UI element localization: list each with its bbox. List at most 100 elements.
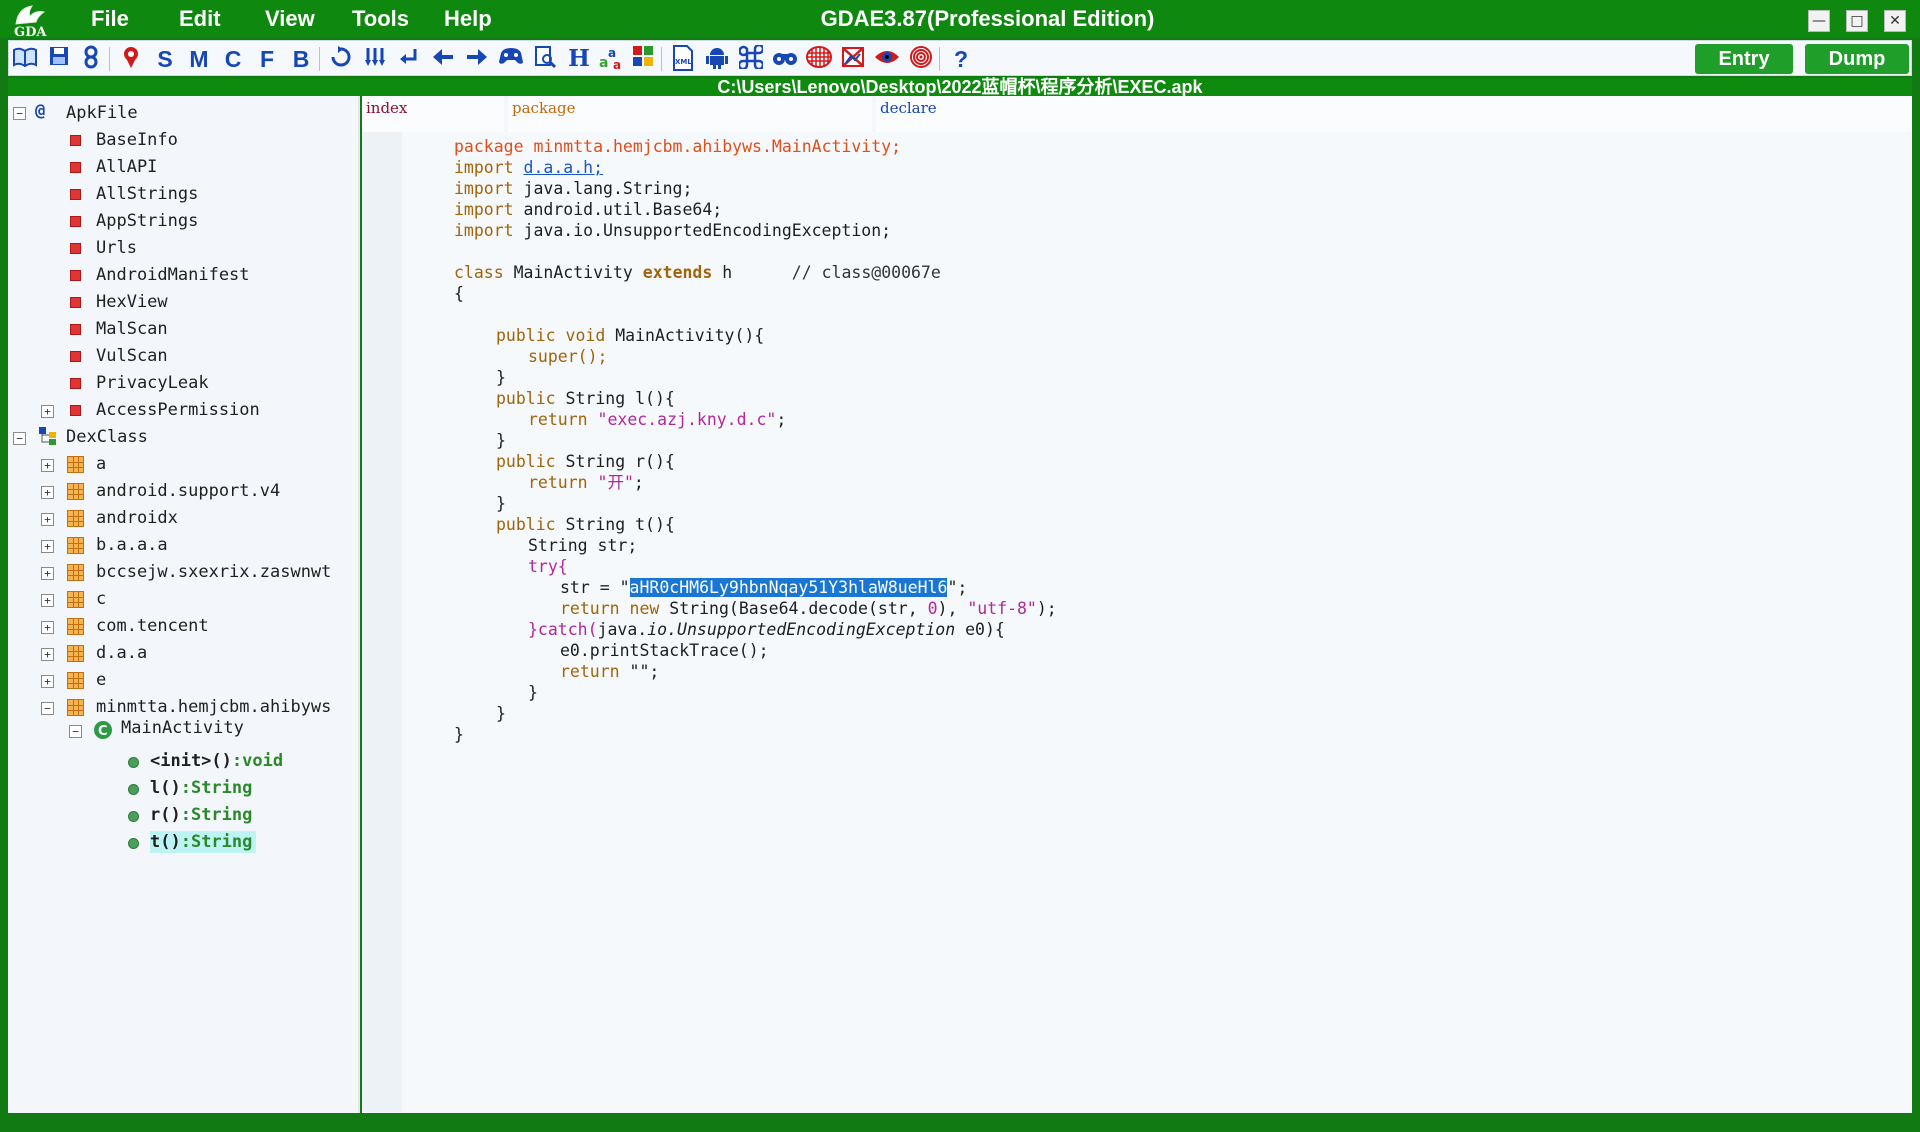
code-line: public String t(){ — [496, 515, 675, 534]
tree-method[interactable]: l():String — [150, 777, 252, 799]
tree-package[interactable]: bccsejw.sxexrix.zaswnwt — [96, 561, 331, 583]
command-icon[interactable] — [737, 43, 765, 73]
search-classes-button[interactable]: C — [219, 45, 247, 73]
hex-view-button[interactable]: H — [565, 45, 593, 73]
open-book-icon[interactable] — [11, 45, 39, 73]
xml-file-icon[interactable]: XML — [669, 45, 697, 73]
expand-toggle[interactable]: + — [41, 567, 54, 580]
menu-help[interactable]: Help — [444, 6, 492, 32]
menu-view[interactable]: View — [265, 6, 315, 32]
tree-package[interactable]: android.support.v4 — [96, 480, 280, 502]
tree-method[interactable]: <init>():void — [150, 750, 283, 772]
font-color-icon[interactable]: aaa — [597, 45, 625, 73]
cross-reference-icon[interactable] — [361, 45, 389, 73]
search-fields-button[interactable]: F — [253, 45, 281, 73]
link-chain-icon[interactable] — [77, 45, 105, 73]
tree-item-hexview[interactable]: HexView — [96, 291, 168, 313]
minimize-button[interactable]: — — [1808, 10, 1830, 32]
tree-package[interactable]: a — [96, 453, 106, 475]
return-arrow-icon[interactable] — [395, 45, 423, 73]
bookmark-button[interactable]: B — [287, 45, 315, 73]
column-header-declare[interactable]: declare — [876, 96, 1912, 132]
tree-root-dexclass[interactable]: DexClass — [66, 426, 148, 448]
code-line: return "开"; — [528, 473, 644, 492]
menu-edit[interactable]: Edit — [179, 6, 221, 32]
expand-toggle[interactable]: + — [41, 405, 54, 418]
selected-base64-string[interactable]: aHR0cHM6Ly9hbnNqay51Y3hlaW8ueHl6 — [629, 578, 948, 597]
column-header-package[interactable]: package — [508, 96, 872, 132]
tree-method[interactable]: r():String — [150, 804, 252, 826]
expand-toggle[interactable]: + — [41, 486, 54, 499]
forward-arrow-icon[interactable] — [463, 45, 491, 73]
search-strings-button[interactable]: S — [151, 45, 179, 73]
binoculars-icon[interactable] — [771, 45, 799, 73]
menu-tools[interactable]: Tools — [352, 6, 409, 32]
tree-package[interactable]: b.a.a.a — [96, 534, 168, 556]
red-grid-icon[interactable] — [805, 45, 833, 73]
collapse-toggle[interactable]: − — [41, 702, 54, 715]
maximize-button[interactable]: □ — [1846, 10, 1868, 32]
code-line: import java.io.UnsupportedEncodingExcept… — [454, 221, 892, 240]
package-icon — [67, 699, 84, 716]
collapse-toggle[interactable]: − — [13, 107, 26, 120]
package-icon — [67, 483, 84, 500]
code-line: } — [496, 704, 506, 723]
tree-package[interactable]: d.a.a — [96, 642, 147, 664]
fingerprint-icon[interactable] — [907, 45, 935, 73]
expand-toggle[interactable]: + — [41, 621, 54, 634]
location-pin-icon[interactable] — [117, 45, 145, 73]
expand-toggle[interactable]: + — [41, 459, 54, 472]
module-icon — [70, 297, 81, 308]
code-line: public void MainActivity(){ — [496, 326, 765, 345]
tree-item-baseinfo[interactable]: BaseInfo — [96, 129, 178, 151]
tree-method-selected[interactable]: t():String — [150, 831, 257, 853]
column-header-index[interactable]: index — [362, 96, 504, 132]
collapse-toggle[interactable]: − — [69, 725, 82, 738]
tree-panel: − @ ApkFile BaseInfo AllAPI AllStrings A… — [8, 96, 360, 1113]
method-icon — [128, 838, 139, 849]
code-line: } — [496, 368, 506, 387]
close-button[interactable]: ✕ — [1884, 10, 1906, 32]
game-controller-icon[interactable] — [497, 45, 525, 73]
tree-package[interactable]: e — [96, 669, 106, 691]
android-icon[interactable] — [703, 45, 731, 73]
tree-root-apkfile[interactable]: ApkFile — [66, 102, 138, 124]
code-view[interactable]: package minmtta.hemjcbm.ahibyws.MainActi… — [402, 132, 1910, 1112]
expand-toggle[interactable]: + — [41, 540, 54, 553]
eye-icon[interactable] — [873, 45, 901, 73]
no-image-icon[interactable] — [839, 45, 867, 73]
color-grid-icon[interactable] — [629, 45, 657, 73]
tree-class-mainactivity[interactable]: MainActivity — [121, 717, 244, 739]
entry-button[interactable]: Entry — [1695, 44, 1793, 74]
expand-toggle[interactable]: + — [41, 594, 54, 607]
expand-toggle[interactable]: + — [41, 648, 54, 661]
expand-toggle[interactable]: + — [41, 675, 54, 688]
title-bar: GDA File Edit View Tools Help GDAE3.87(P… — [0, 0, 1920, 40]
search-methods-button[interactable]: M — [185, 45, 213, 73]
tree-package[interactable]: androidx — [96, 507, 178, 529]
collapse-toggle[interactable]: − — [13, 432, 26, 445]
tree-item-malscan[interactable]: MalScan — [96, 318, 168, 340]
search-document-icon[interactable] — [531, 45, 559, 73]
tree-item-vulscan[interactable]: VulScan — [96, 345, 168, 367]
tree-item-privacyleak[interactable]: PrivacyLeak — [96, 372, 209, 394]
help-button[interactable]: ? — [947, 45, 975, 73]
refresh-icon[interactable] — [327, 45, 355, 73]
tree-package[interactable]: com.tencent — [96, 615, 209, 637]
tree-item-accesspermission[interactable]: AccessPermission — [96, 399, 260, 421]
expand-toggle[interactable]: + — [41, 513, 54, 526]
code-line: import android.util.Base64; — [454, 200, 723, 219]
tree-package-open[interactable]: minmtta.hemjcbm.ahibyws — [96, 696, 331, 718]
dump-button[interactable]: Dump — [1805, 44, 1909, 74]
tree-package[interactable]: c — [96, 588, 106, 610]
tree-item-androidmanifest[interactable]: AndroidManifest — [96, 264, 250, 286]
back-arrow-icon[interactable] — [429, 45, 457, 73]
import-link[interactable]: d.a.a.h; — [524, 158, 603, 177]
tree-item-appstrings[interactable]: AppStrings — [96, 210, 198, 232]
tree-item-allapi[interactable]: AllAPI — [96, 156, 157, 178]
save-icon[interactable] — [45, 45, 73, 73]
class-icon: C — [93, 720, 113, 740]
tree-item-allstrings[interactable]: AllStrings — [96, 183, 198, 205]
menu-file[interactable]: File — [91, 6, 129, 32]
tree-item-urls[interactable]: Urls — [96, 237, 137, 259]
